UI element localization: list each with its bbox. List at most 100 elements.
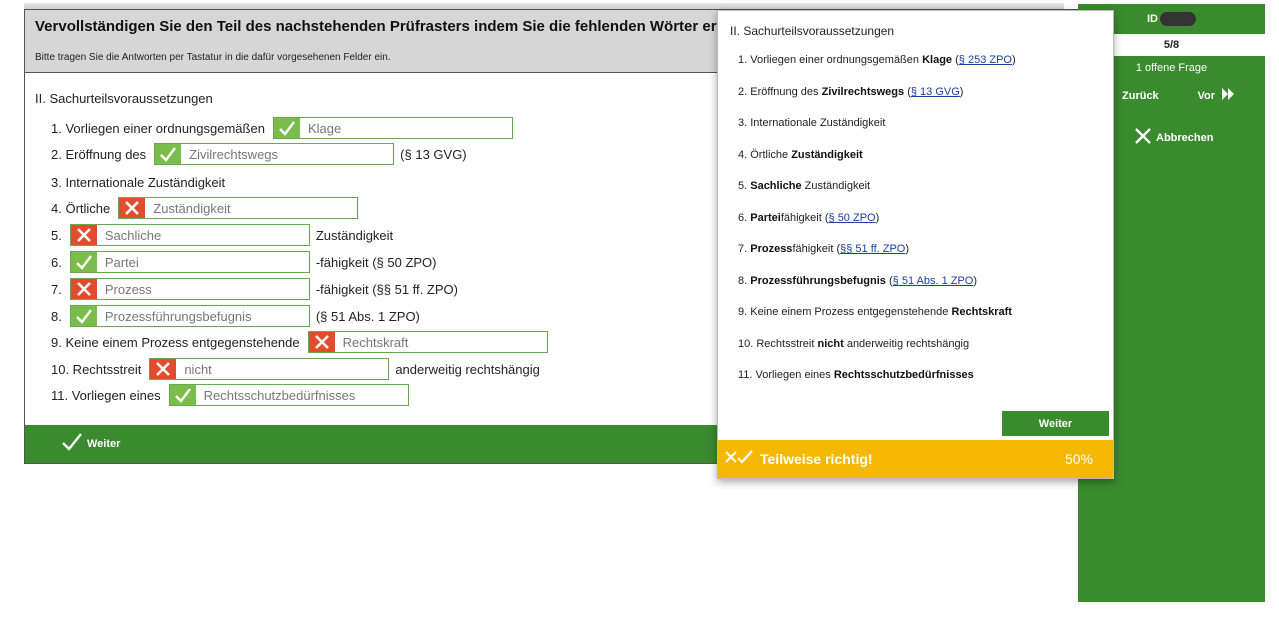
redacted-id [1160, 12, 1196, 26]
solution-item: 10. Rechtsstreit nicht anderweitig recht… [738, 338, 1108, 370]
answer-field[interactable]: nicht [149, 358, 390, 380]
quiz-row: 6. Partei -fähigkeit (§ 50 ZPO) [51, 251, 437, 273]
solution-keyword: Partei [750, 211, 781, 224]
answer-value: Sachliche [104, 227, 162, 243]
row-prefix: 6. [51, 254, 62, 270]
check-cross-icon [724, 448, 754, 471]
solution-item: 5. Sachliche Zuständigkeit [738, 180, 1108, 212]
solution-text: 6. [738, 211, 751, 224]
answer-field[interactable]: Partei [69, 251, 310, 273]
solution-text: 1. Vorliegen einer ordnungsgemäßen [738, 54, 923, 66]
answer-field[interactable]: Sachliche [69, 224, 310, 246]
solution-text: 4. Örtliche [738, 148, 792, 161]
answer-field[interactable]: Rechtsschutzbedürfnisses [168, 384, 409, 406]
solution-keyword: Sachliche [750, 180, 802, 192]
row-prefix: 7. [51, 281, 62, 297]
row-prefix: 1. Vorliegen einer ordnungsgemäßen [51, 120, 265, 136]
solution-item: 3. Internationale Zuständigkeit [738, 117, 1108, 149]
solution-keyword: Klage [922, 54, 953, 66]
double-chevron-right-icon [1221, 88, 1235, 103]
solution-item: 11. Vorliegen eines Rechtsschutzbedürfni… [738, 369, 1108, 401]
row-prefix: 8. [51, 308, 62, 324]
quiz-section-heading: II. Sachurteilsvoraussetzungen [35, 91, 213, 106]
answer-value: Zivilrechtswegs [189, 146, 279, 162]
answer-value: Rechtskraft [342, 334, 409, 350]
solution-text: ( [904, 85, 911, 98]
popup-solution-list: 1. Vorliegen einer ordnungsgemäßen Klage… [738, 54, 1108, 401]
row-suffix: -fähigkeit (§§ 51 ff. ZPO) [315, 281, 458, 297]
solution-text: ) [1011, 54, 1016, 66]
law-reference-link[interactable]: § 51 Abs. 1 ZPO [893, 275, 974, 287]
user-id-label: ID [1147, 13, 1158, 25]
solution-text: ( [885, 274, 893, 287]
solution-text: ( [952, 54, 959, 66]
answer-field[interactable]: Prozessführungsbefugnis [69, 305, 310, 327]
solution-item: 9. Keine einem Prozess entgegenstehende … [738, 306, 1108, 338]
check-icon [169, 385, 196, 405]
answer-field[interactable]: Zivilrechtswegs [154, 143, 395, 165]
solution-text: 7. [738, 243, 751, 255]
solution-text: 3. Internationale Zuständigkeit [738, 117, 886, 129]
close-icon [1134, 127, 1152, 148]
solution-popup: II. Sachurteilsvoraussetzungen 1. Vorlie… [717, 10, 1114, 479]
cross-icon [308, 332, 335, 352]
solution-keyword: Prozess [750, 243, 793, 255]
law-reference-link[interactable]: §§ 51 ff. ZPO [840, 243, 905, 255]
solution-text: ) [973, 274, 978, 287]
result-bar: Teilweise richtig! 50% [718, 440, 1113, 478]
solution-item: 4. Örtliche Zuständigkeit [738, 149, 1108, 181]
solution-item: 6. Parteifähigkeit (§ 50 ZPO) [738, 212, 1108, 244]
cross-icon [150, 359, 177, 379]
result-text: Teilweise richtig! [760, 451, 873, 467]
solution-text: 2. Eröffnung des [738, 85, 822, 98]
solution-text: 11. Vorliegen eines [738, 369, 834, 381]
quiz-row: 5. Sachliche Zuständigkeit [51, 224, 393, 246]
back-button[interactable]: Zurück [1122, 90, 1159, 102]
next-button-label: Vor [1197, 89, 1215, 102]
check-icon[interactable] [61, 432, 83, 457]
solution-text: 5. [738, 180, 751, 192]
quiz-row: 11. Vorliegen eines Rechtsschutzbedürfnis… [51, 384, 415, 406]
solution-text: 8. [738, 274, 751, 287]
quiz-row: 8. Prozessführungsbefugnis (§ 51 Abs. 1 ZP… [51, 305, 420, 327]
solution-text: anderweitig rechtshängig [843, 337, 970, 350]
quiz-row: 2. Eröffnung des Zivilrechtswegs (§ 13 GVG… [51, 143, 467, 165]
solution-text: ) [875, 211, 880, 224]
solution-item: 1. Vorliegen einer ordnungsgemäßen Klage… [738, 54, 1108, 86]
solution-keyword: Zuständigkeit [791, 148, 863, 161]
answer-field[interactable]: Prozess [69, 278, 310, 300]
check-icon [70, 252, 97, 272]
solution-text: Zuständigkeit [801, 180, 871, 192]
row-prefix: 2. Eröffnung des [51, 146, 147, 162]
next-button[interactable]: Vor [1197, 88, 1235, 103]
law-reference-link[interactable]: § 253 ZPO [959, 54, 1012, 66]
check-icon [273, 118, 300, 138]
solution-text: 10. Rechtsstreit [738, 337, 818, 350]
row-prefix: 5. [51, 227, 62, 243]
law-reference-link[interactable]: § 50 ZPO [829, 212, 876, 224]
cross-icon [70, 225, 97, 245]
popup-heading: II. Sachurteilsvoraussetzungen [730, 24, 895, 38]
answer-field[interactable]: Klage [272, 117, 513, 139]
answer-field[interactable]: Zuständigkeit [118, 197, 359, 219]
check-icon [155, 144, 182, 164]
row-suffix: (§ 51 Abs. 1 ZPO) [315, 308, 420, 324]
solution-keyword: Rechtskraft [951, 306, 1012, 318]
row-prefix: 4. Örtliche [51, 200, 111, 216]
weiter-button[interactable]: Weiter [87, 438, 120, 450]
cross-icon [119, 198, 146, 218]
result-percent: 50% [1064, 451, 1093, 467]
solution-keyword: Prozessführungsbefugnis [750, 274, 886, 287]
solution-item: 7. Prozessfähigkeit (§§ 51 ff. ZPO) [738, 243, 1108, 275]
answer-field[interactable]: Rechtskraft [307, 331, 548, 353]
popup-weiter-button[interactable]: Weiter [1002, 411, 1109, 436]
row-suffix: -fähigkeit (§ 50 ZPO) [315, 254, 437, 270]
answer-value: Prozess [104, 281, 152, 297]
quiz-row: 10. Rechtsstreit nicht anderweitig rechtsh… [51, 358, 540, 380]
solution-text: fähigkeit ( [792, 243, 841, 255]
answer-value: Partei [104, 254, 139, 270]
check-icon [70, 306, 97, 326]
law-reference-link[interactable]: § 13 GVG [911, 86, 960, 98]
solution-item: 2. Eröffnung des Zivilrechtswegs (§ 13 G… [738, 86, 1108, 118]
answer-value: Klage [307, 120, 342, 136]
